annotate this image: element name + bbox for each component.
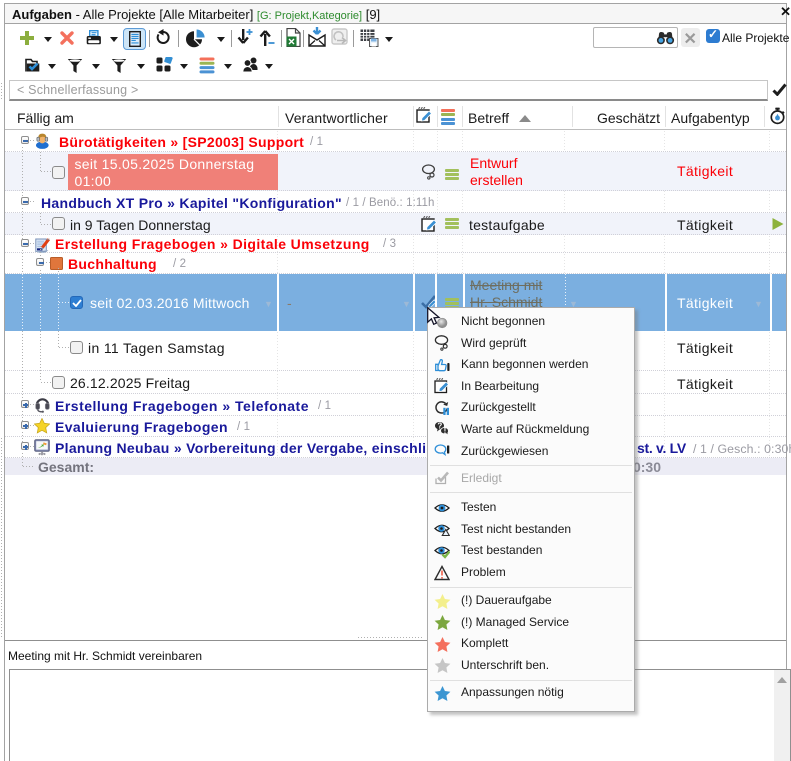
svg-text:!: ! xyxy=(444,427,447,436)
